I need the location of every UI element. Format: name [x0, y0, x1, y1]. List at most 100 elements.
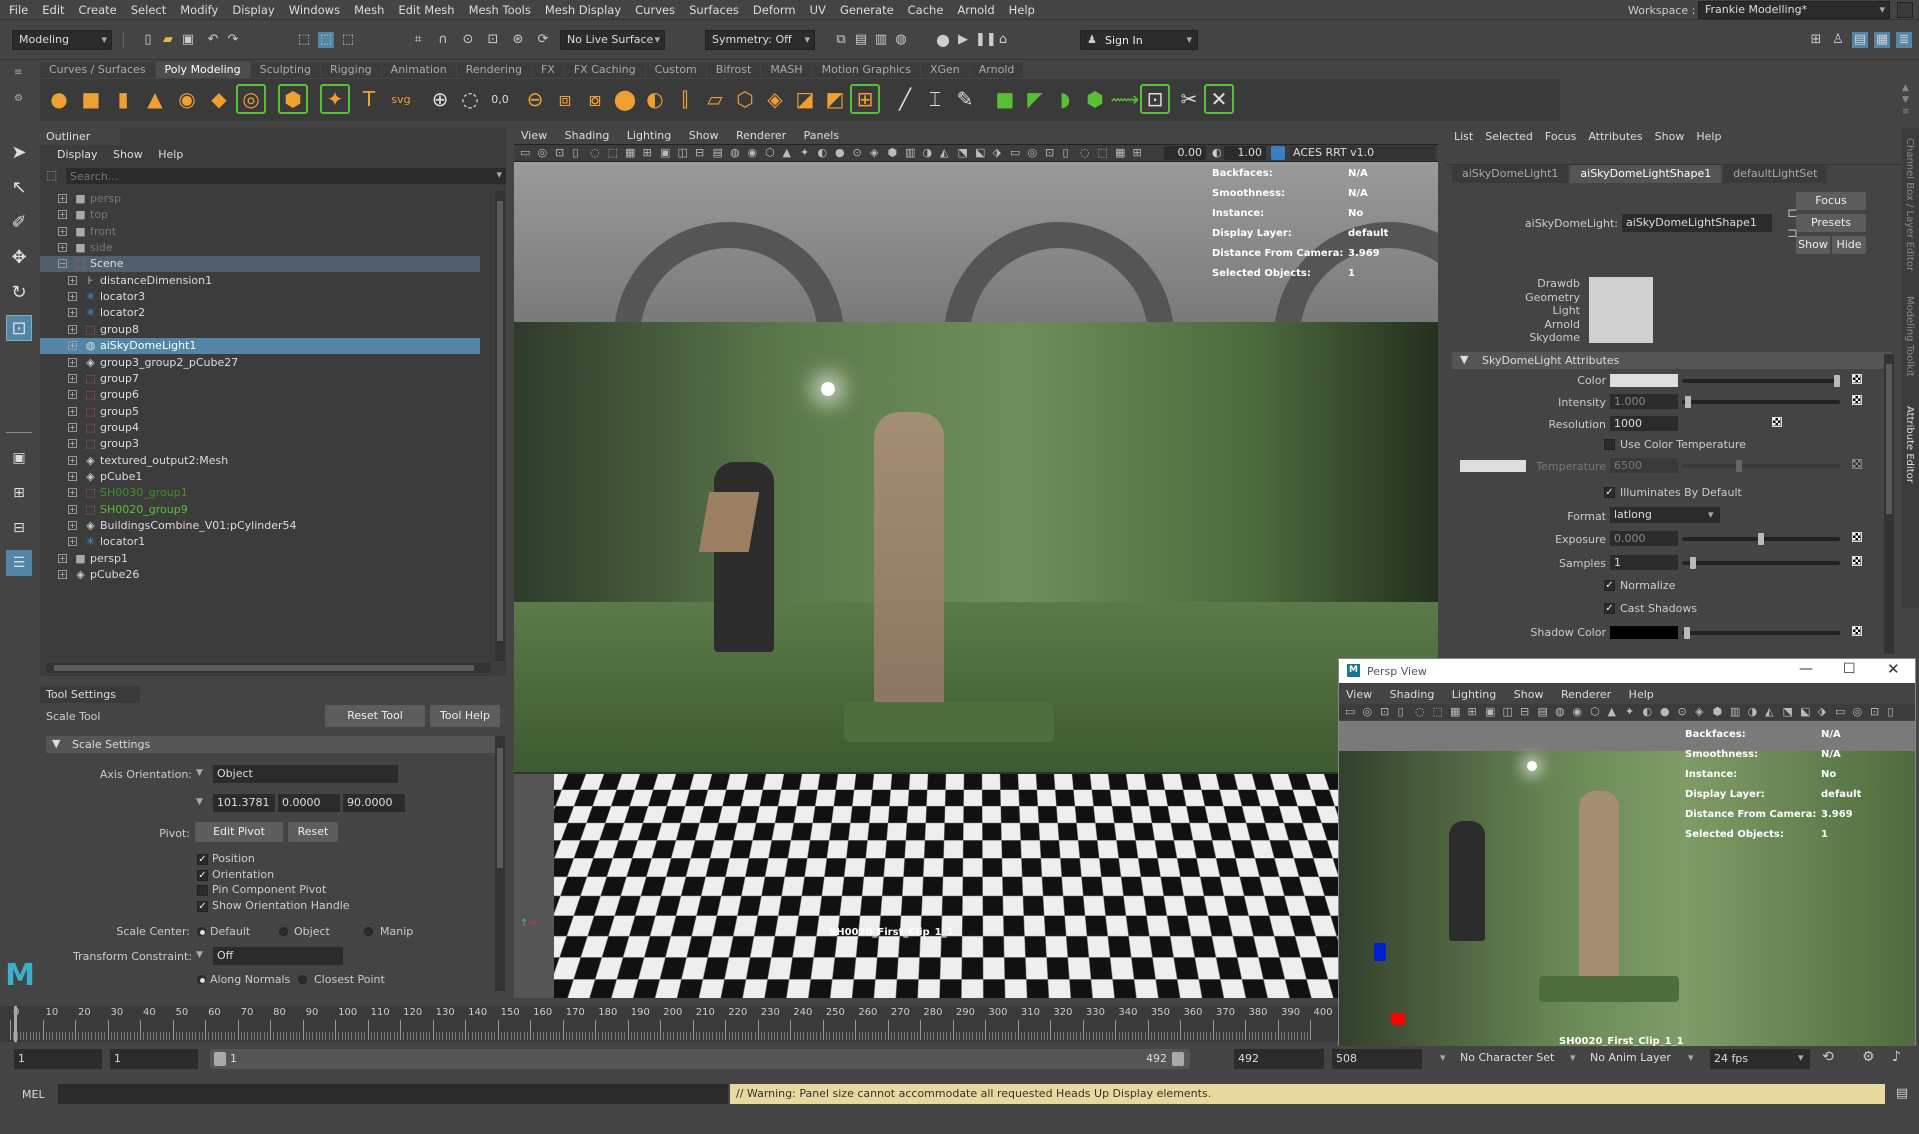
chevron-down-icon[interactable]: ▼ — [196, 950, 203, 960]
map-button-icon[interactable] — [1852, 626, 1862, 636]
panel-toolbar-icon[interactable]: ⊞ — [643, 145, 652, 161]
panel-toolbar-icon[interactable]: ⬢ — [1713, 704, 1723, 720]
expand-toggle-icon[interactable]: + — [68, 439, 77, 448]
chevron-down-icon[interactable]: ▾ — [1570, 1051, 1576, 1064]
panel-toolbar-icon[interactable]: ✦ — [800, 145, 809, 161]
start-time-field[interactable]: 1 — [14, 1049, 102, 1069]
outliner-vscrollbar[interactable] — [495, 191, 505, 661]
expand-toggle-icon[interactable]: + — [68, 423, 77, 432]
along-normals-radio[interactable] — [197, 975, 206, 984]
expand-toggle-icon[interactable]: + — [68, 292, 77, 301]
panel-toolbar-icon[interactable]: ● — [835, 145, 845, 161]
cast-shadows-checkbox[interactable]: ✓ — [1604, 603, 1615, 614]
main-viewport[interactable]: View Shading Lighting Show Renderer Pane… — [514, 128, 1438, 998]
expand-toggle-icon[interactable]: + — [68, 341, 77, 350]
panel-toolbar-icon[interactable]: ▯ — [1063, 145, 1069, 161]
loop-icon[interactable]: ⟲ — [1822, 1049, 1834, 1065]
outliner-layout-icon[interactable]: ☰ — [6, 550, 32, 576]
panel-toolbar-icon[interactable]: ⊡ — [555, 145, 564, 161]
character-set-dropdown[interactable]: No Character Set — [1460, 1051, 1554, 1064]
super-shape-icon[interactable]: ✦ — [320, 84, 350, 114]
ae-menu-attributes[interactable]: Attributes — [1588, 130, 1642, 143]
expand-toggle-icon[interactable]: − — [58, 259, 67, 268]
outliner-item[interactable]: + ⬚ group6 — [40, 387, 480, 403]
snap-surface-icon[interactable]: ⊛ — [510, 32, 526, 48]
extrude-icon[interactable]: ◈ — [760, 84, 790, 114]
panel-toolbar-icon[interactable]: ◑ — [923, 145, 933, 161]
menu-surfaces[interactable]: Surfaces — [682, 0, 746, 20]
panel-toolbar-icon[interactable]: ⬡ — [1590, 704, 1600, 720]
panel-toolbar-icon[interactable]: ⬚ — [608, 145, 618, 161]
panel-toolbar-icon[interactable]: ⬢ — [888, 145, 898, 161]
expand-toggle-icon[interactable]: + — [68, 276, 77, 285]
shelf-tab-fx[interactable]: FX — [532, 62, 564, 78]
booleans-icon[interactable]: ◐ — [640, 84, 670, 114]
panel-toolbar-icon[interactable]: ▯ — [573, 145, 579, 161]
combine-icon[interactable]: ⊖ — [520, 84, 550, 114]
construction-history-icon[interactable]: ⧉ — [833, 32, 849, 48]
uv-editor-icon[interactable]: ■ — [990, 84, 1020, 114]
outliner-item[interactable]: + ◍ aiSkyDomeLight1 — [40, 338, 480, 354]
ae-tab[interactable]: aiSkyDomeLightShape1 — [1570, 165, 1721, 183]
menu-cache[interactable]: Cache — [901, 0, 951, 20]
panel-toolbar-icon[interactable]: ◈ — [870, 145, 878, 161]
axis-x-field[interactable]: 101.3781 — [213, 794, 275, 812]
play-icon[interactable]: ▶ — [955, 32, 971, 48]
lasso-tool-icon[interactable]: ↖ — [6, 175, 32, 201]
move-tool-icon[interactable]: ✥ — [6, 245, 32, 271]
tool-option-checkbox[interactable]: ✓ — [197, 901, 208, 912]
select-object-icon[interactable]: ⬚ — [318, 32, 334, 48]
presets-button[interactable]: Presets — [1796, 214, 1866, 232]
tool-settings-scrollbar[interactable] — [495, 736, 505, 991]
expand-toggle-icon[interactable]: + — [68, 390, 77, 399]
viewport-scene[interactable] — [514, 162, 1438, 998]
panel-toolbar-icon[interactable]: ⊟ — [695, 145, 704, 161]
panel-toolbar-icon[interactable]: ⊡ — [1380, 704, 1389, 720]
range-start-field[interactable]: 1 — [110, 1049, 198, 1069]
quad-draw-icon[interactable]: ✎ — [950, 84, 980, 114]
color-slider[interactable] — [1682, 379, 1840, 383]
separate-icon[interactable]: ⧈ — [550, 84, 580, 114]
paint-select-icon[interactable]: ✐ — [6, 210, 32, 236]
panel-toolbar-icon[interactable]: ◭ — [940, 145, 948, 161]
script-editor-icon[interactable]: ▤ — [1893, 1084, 1911, 1104]
map-button-icon[interactable] — [1852, 374, 1862, 384]
persp-menu-help[interactable]: Help — [1622, 687, 1661, 703]
sew-uv-icon[interactable]: ✕ — [1204, 84, 1234, 114]
axis-y-field[interactable]: 0.0000 — [278, 794, 340, 812]
menu-help[interactable]: Help — [1002, 0, 1042, 20]
closest-point-radio[interactable] — [298, 975, 307, 984]
open-scene-icon[interactable]: ▰ — [160, 32, 176, 48]
cylindrical-map-icon[interactable]: ◗ — [1050, 84, 1080, 114]
panel-toolbar-icon[interactable]: ◎ — [1363, 704, 1373, 720]
maximize-icon[interactable]: ☐ — [1843, 661, 1856, 677]
focus-button[interactable]: Focus — [1796, 192, 1866, 210]
expand-toggle-icon[interactable]: + — [68, 308, 77, 317]
panel-toolbar-icon[interactable]: ◌ — [590, 145, 600, 161]
slider-handle[interactable] — [1685, 396, 1691, 408]
outliner-item[interactable]: + ■ persp — [40, 191, 480, 207]
resolution-field[interactable]: 1000 — [1610, 416, 1678, 431]
tool-option-checkbox[interactable]: ✓ — [197, 854, 208, 865]
live-surface-dropdown[interactable]: No Live Surface — [560, 30, 665, 50]
menu-windows[interactable]: Windows — [282, 0, 347, 20]
anim-layer-dropdown[interactable]: No Anim Layer — [1590, 1051, 1671, 1064]
menu-mesh[interactable]: Mesh — [347, 0, 391, 20]
snap-curve-icon[interactable]: ∩ — [435, 32, 451, 48]
snap-orbit-icon[interactable]: ⟳ — [535, 32, 551, 48]
shelf-tab-bifrost[interactable]: Bifrost — [707, 62, 761, 78]
outliner-item[interactable]: + ■ top — [40, 207, 480, 223]
poly-disc-icon[interactable]: ◎ — [236, 84, 266, 114]
panel-toolbar-icon[interactable]: ⊡ — [1045, 145, 1054, 161]
hide-button[interactable]: Hide — [1832, 236, 1866, 254]
modeling-toolkit-side-tab[interactable]: Modeling Toolkit — [1904, 296, 1915, 377]
panel-toolbar-icon[interactable]: ◎ — [538, 145, 548, 161]
viewport-menu-lighting[interactable]: Lighting — [620, 128, 678, 144]
chevron-down-icon[interactable]: ▾ — [1798, 1051, 1804, 1064]
panel-toolbar-icon[interactable]: ⬡ — [765, 145, 775, 161]
color-management-icon[interactable] — [1271, 146, 1285, 160]
slider-handle[interactable] — [1684, 627, 1690, 639]
menu-mesh-display[interactable]: Mesh Display — [538, 0, 628, 20]
tool-settings-toggle-icon[interactable]: ▦ — [1874, 32, 1890, 48]
persp-menu-lighting[interactable]: Lighting — [1445, 687, 1503, 703]
